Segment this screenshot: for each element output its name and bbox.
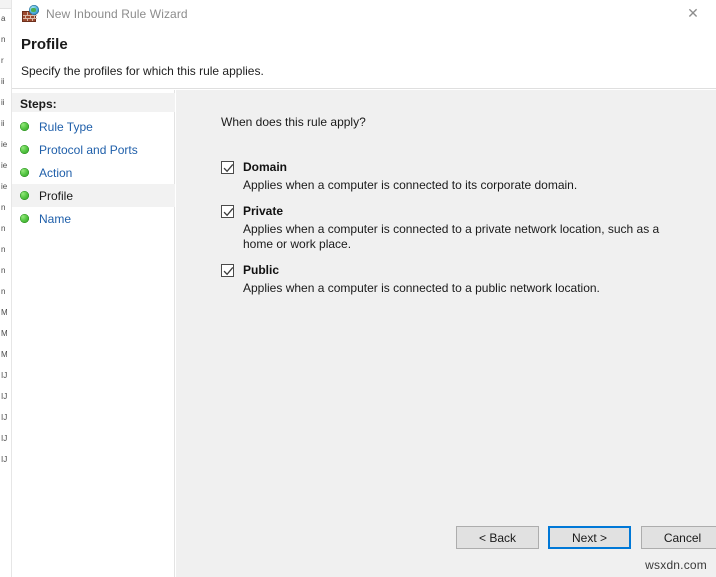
option-description: Applies when a computer is connected to … [243, 281, 663, 296]
watermark: wsxdn.com [645, 558, 707, 572]
background-text-fragment: IJ [1, 413, 7, 422]
content-pane: When does this rule apply? Domain Applies… [176, 90, 716, 577]
wizard-body: Steps: Rule Type Protocol and Ports Action… [12, 90, 716, 577]
checkbox-private[interactable] [221, 205, 234, 218]
background-text-fragment: ii [1, 77, 5, 86]
background-text-fragment: M [1, 308, 8, 317]
background-text-fragment: a [1, 14, 5, 23]
option-description: Applies when a computer is connected to … [243, 178, 663, 193]
option-domain: Domain Applies when a computer is connect… [221, 160, 698, 193]
background-text-fragment: IJ [1, 455, 7, 464]
steps-heading-band: Steps: [12, 93, 175, 112]
sidebar-item-rule-type[interactable]: Rule Type [12, 115, 175, 138]
cancel-button[interactable]: Cancel [641, 526, 716, 549]
steps-list: Rule Type Protocol and Ports Action Profile… [12, 115, 175, 230]
sidebar-item-label: Profile [39, 189, 73, 203]
step-bullet-icon [20, 122, 29, 131]
sidebar-item-protocol-and-ports[interactable]: Protocol and Ports [12, 138, 175, 161]
steps-sidebar: Steps: Rule Type Protocol and Ports Action… [12, 90, 175, 577]
next-button[interactable]: Next > [548, 526, 631, 549]
page-title: Profile [21, 36, 68, 53]
checkbox-domain[interactable] [221, 161, 234, 174]
background-text-fragment: IJ [1, 392, 7, 401]
globe-shape [29, 5, 39, 15]
content-inner: When does this rule apply? Domain Applies… [176, 90, 716, 519]
profile-options-group: Domain Applies when a computer is connect… [221, 160, 698, 307]
step-bullet-icon [20, 145, 29, 154]
option-public: Public Applies when a computer is connect… [221, 263, 698, 296]
step-bullet-icon [20, 191, 29, 200]
checkbox-public[interactable] [221, 264, 234, 277]
step-bullet-icon [20, 168, 29, 177]
steps-heading: Steps: [20, 97, 57, 111]
background-text-fragment: M [1, 329, 8, 338]
question-label: When does this rule apply? [221, 115, 366, 129]
background-text-fragment: ie [1, 161, 7, 170]
background-text-fragment: ii [1, 119, 5, 128]
background-text-fragment: ie [1, 182, 7, 191]
wizard-dialog: New Inbound Rule Wizard ✕ Profile Specif… [11, 0, 716, 577]
option-header: Public [221, 263, 698, 277]
background-text-fragment: n [1, 266, 5, 275]
window-title: New Inbound Rule Wizard [46, 7, 188, 21]
option-label[interactable]: Public [243, 263, 279, 277]
option-header: Private [221, 204, 698, 218]
sidebar-item-profile[interactable]: Profile [12, 184, 175, 207]
background-text-fragment: n [1, 35, 5, 44]
background-text-fragment: IJ [1, 371, 7, 380]
step-bullet-icon [20, 214, 29, 223]
background-text-fragment: n [1, 287, 5, 296]
background-text-fragment: n [1, 224, 5, 233]
background-text-fragment: n [1, 245, 5, 254]
option-description: Applies when a computer is connected to … [243, 222, 663, 252]
close-button[interactable]: ✕ [670, 0, 716, 27]
sidebar-item-label: Action [39, 166, 72, 180]
background-text-fragment: r [1, 56, 4, 65]
background-window-strip: a n r ii ii ii ie ie ie n n n n n M M M IJ IJ IJ IJ IJ [0, 0, 11, 577]
option-label[interactable]: Domain [243, 160, 287, 174]
button-bar: < Back Next > Cancel wsxdn.com [176, 519, 716, 577]
background-window-titlebar [0, 0, 11, 9]
option-private: Private Applies when a computer is connec… [221, 204, 698, 252]
background-text-fragment: ie [1, 140, 7, 149]
sidebar-item-label: Protocol and Ports [39, 143, 138, 157]
titlebar: New Inbound Rule Wizard ✕ [12, 0, 716, 27]
option-header: Domain [221, 160, 698, 174]
close-icon: ✕ [687, 7, 699, 21]
background-text-fragment: n [1, 203, 5, 212]
firewall-globe-icon [22, 6, 38, 22]
background-text-fragment: M [1, 350, 8, 359]
wizard-header: Profile Specify the profiles for which t… [12, 27, 716, 89]
sidebar-item-name[interactable]: Name [12, 207, 175, 230]
sidebar-item-action[interactable]: Action [12, 161, 175, 184]
sidebar-item-label: Name [39, 212, 71, 226]
background-text-fragment: ii [1, 98, 5, 107]
back-button[interactable]: < Back [456, 526, 539, 549]
screenshot-root: a n r ii ii ii ie ie ie n n n n n M M M IJ IJ IJ IJ IJ [0, 0, 716, 577]
background-text-fragment: IJ [1, 434, 7, 443]
option-label[interactable]: Private [243, 204, 283, 218]
sidebar-item-label: Rule Type [39, 120, 93, 134]
page-subtitle: Specify the profiles for which this rule… [21, 64, 264, 78]
